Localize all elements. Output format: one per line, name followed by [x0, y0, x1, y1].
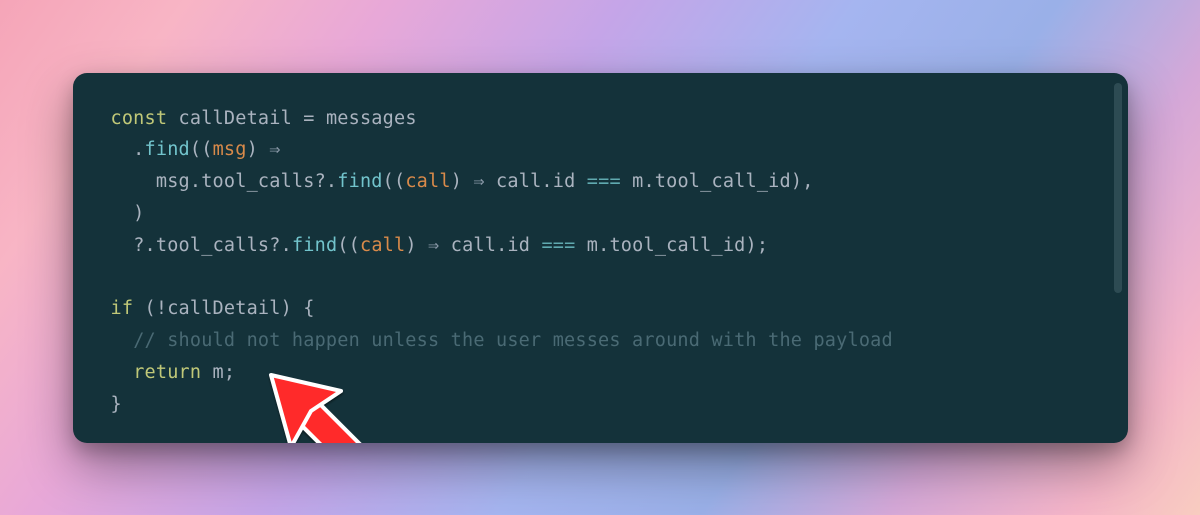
arrow-fn: ⇒ — [428, 235, 439, 256]
arrow-fn: ⇒ — [473, 171, 484, 192]
method-find: find — [337, 171, 382, 192]
keyword-const: const — [111, 108, 168, 129]
punct: ) — [111, 203, 145, 224]
scrollbar[interactable] — [1114, 83, 1122, 293]
ident: call.id — [485, 171, 587, 192]
op-strict-eq: === — [587, 171, 621, 192]
keyword-if: if — [111, 298, 134, 319]
indent — [111, 330, 134, 351]
comment-line: // should not happen unless the user mes… — [133, 330, 893, 351]
ident: messages — [315, 108, 417, 129]
punct: (( — [190, 139, 213, 160]
optional-chain: ?. — [269, 235, 292, 256]
ident: m; — [201, 362, 235, 383]
code-block: const callDetail = messages .find((msg) … — [111, 103, 1098, 421]
op-strict-eq: === — [541, 235, 575, 256]
ident: msg.tool_calls — [156, 171, 315, 192]
arrow-fn: ⇒ — [269, 139, 280, 160]
optional-chain: ?. — [133, 235, 156, 256]
method-find: find — [145, 139, 190, 160]
ident: (!callDetail) { — [133, 298, 314, 319]
ident: m.tool_call_id), — [621, 171, 814, 192]
punct: ) — [247, 139, 270, 160]
method-find: find — [292, 235, 337, 256]
ident: call.id — [439, 235, 541, 256]
indent — [111, 362, 134, 383]
code-snippet-card: const callDetail = messages .find((msg) … — [73, 73, 1128, 443]
indent — [111, 171, 156, 192]
punct: ) — [405, 235, 428, 256]
op-assign: = — [303, 108, 314, 129]
punct: (( — [337, 235, 360, 256]
param-msg: msg — [213, 139, 247, 160]
optional-chain: ?. — [315, 171, 338, 192]
brace-close: } — [111, 394, 122, 415]
keyword-return: return — [133, 362, 201, 383]
punct: . — [111, 139, 145, 160]
ident: m.tool_call_id); — [575, 235, 768, 256]
param-call: call — [360, 235, 405, 256]
ident: callDetail — [167, 108, 303, 129]
ident: tool_calls — [156, 235, 269, 256]
indent — [111, 235, 134, 256]
punct: (( — [383, 171, 406, 192]
param-call: call — [405, 171, 450, 192]
punct: ) — [451, 171, 474, 192]
